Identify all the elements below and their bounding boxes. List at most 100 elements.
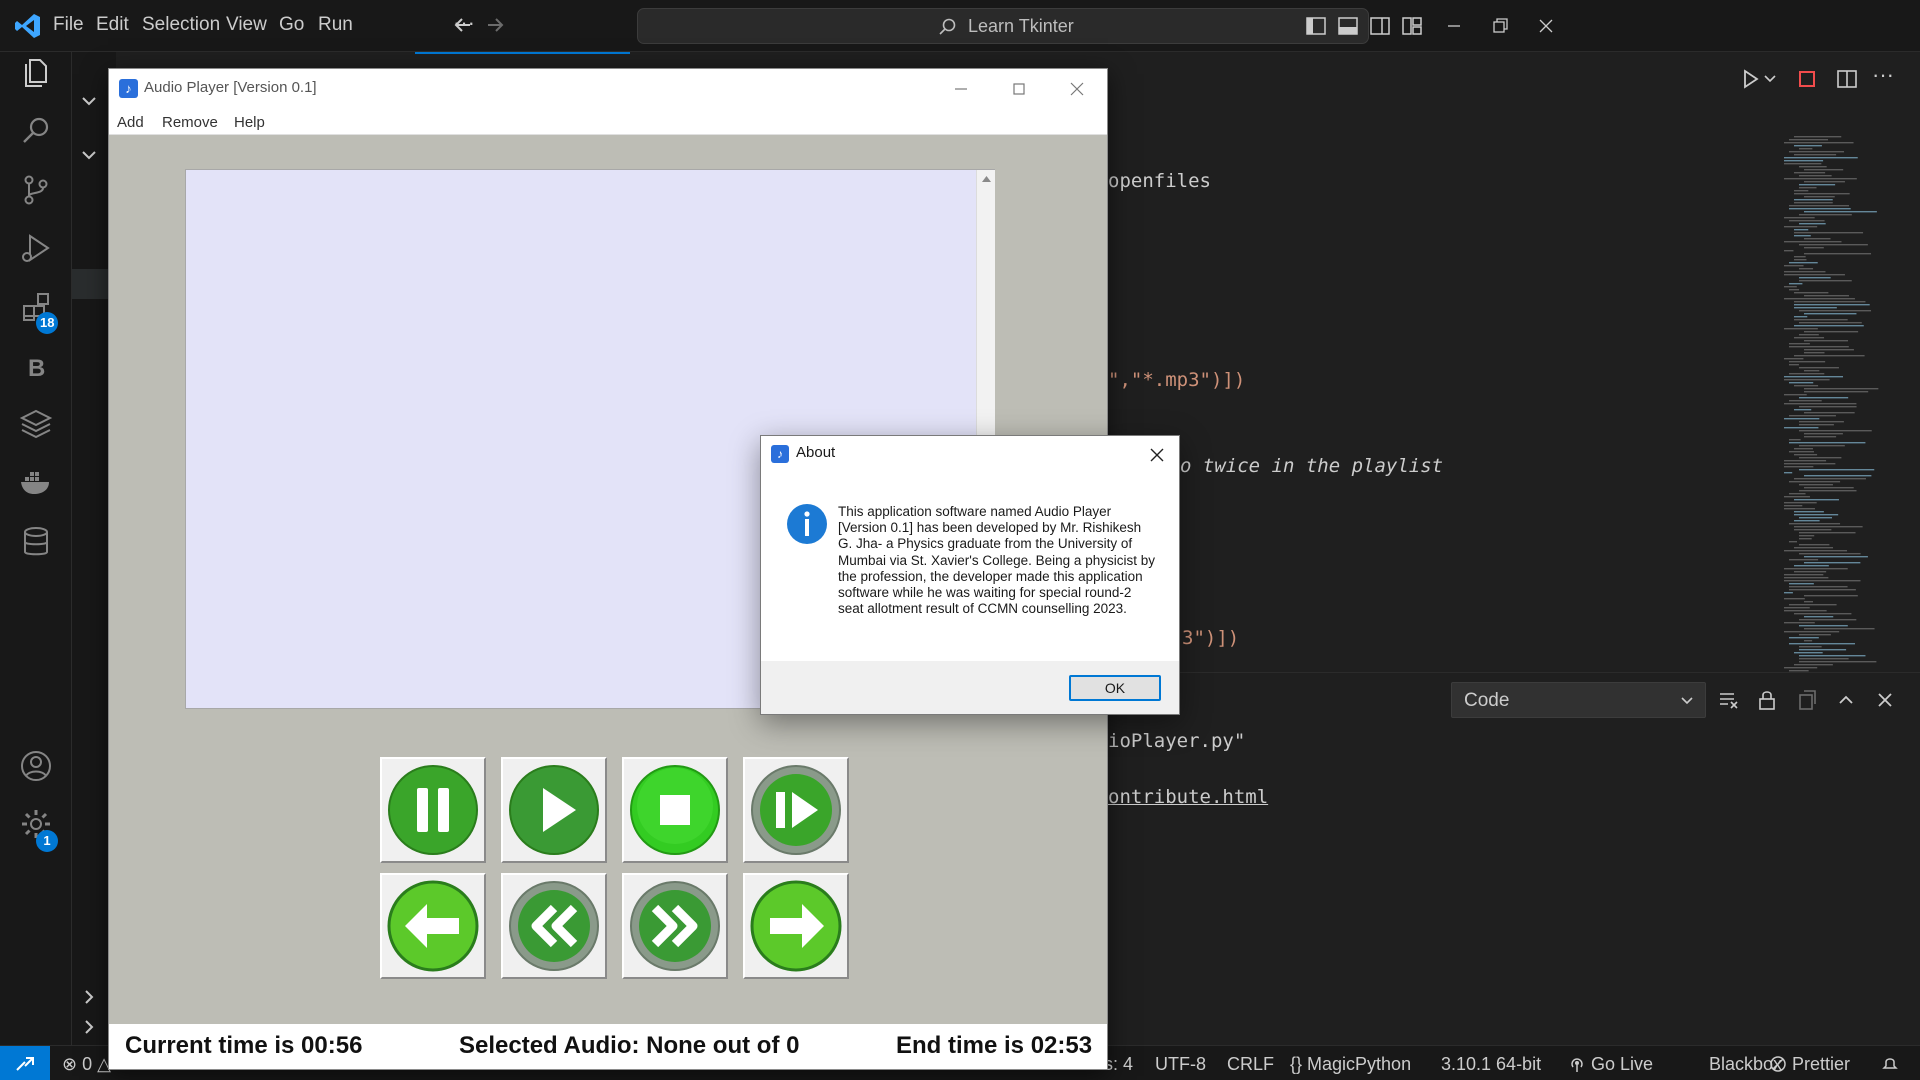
docker-icon[interactable] <box>16 462 56 502</box>
encoding-status[interactable]: UTF-8 <box>1155 1054 1206 1075</box>
chevron-down-icon[interactable] <box>80 92 98 110</box>
about-dialog-footer: OK <box>761 661 1179 714</box>
more-actions-icon[interactable]: ··· <box>1872 62 1894 88</box>
broadcast-icon <box>1571 1058 1583 1072</box>
ok-button[interactable]: OK <box>1069 675 1161 701</box>
toggle-panel-icon[interactable] <box>1336 14 1360 38</box>
language-mode-status[interactable]: {} MagicPython <box>1290 1054 1411 1075</box>
current-time-label: Current time is 00:56 <box>125 1032 363 1059</box>
explorer-icon[interactable] <box>16 52 56 92</box>
stop-icon <box>630 765 720 855</box>
chevron-down-icon <box>1681 697 1693 705</box>
toggle-primary-sidebar-icon[interactable] <box>1304 14 1328 38</box>
menu-go[interactable]: Go <box>279 14 304 36</box>
command-center-label: Learn Tkinter <box>968 16 1074 36</box>
minimap[interactable] <box>1784 136 1904 676</box>
search-icon <box>939 18 956 35</box>
scroll-up-arrow-icon[interactable] <box>981 174 992 185</box>
forward-arrow-icon[interactable] <box>482 12 508 38</box>
minimize-icon[interactable] <box>949 77 973 101</box>
toggle-secondary-sidebar-icon[interactable] <box>1368 14 1392 38</box>
source-control-icon[interactable] <box>16 170 56 210</box>
clear-output-icon[interactable] <box>1717 688 1741 712</box>
prettier-disabled-icon <box>1770 1056 1786 1072</box>
output-channel-select[interactable]: Code <box>1451 682 1706 718</box>
menu-selection[interactable]: Selection <box>142 14 220 36</box>
play-button[interactable] <box>501 757 607 863</box>
minimize-icon[interactable] <box>1440 12 1468 40</box>
play-icon <box>509 765 599 855</box>
audio-player-menubar: Add Remove Help <box>109 109 1107 135</box>
music-note-icon: ♪ <box>119 79 138 98</box>
pause-button[interactable] <box>380 757 486 863</box>
music-note-icon: ♪ <box>771 445 789 463</box>
indentation-status[interactable]: s: 4 <box>1104 1054 1133 1075</box>
vscode-logo-icon <box>15 14 40 38</box>
run-dropdown-chevron-icon[interactable] <box>1762 70 1778 86</box>
menu-view[interactable]: View <box>226 14 267 36</box>
run-debug-icon[interactable] <box>16 228 56 268</box>
menu-file[interactable]: File <box>53 14 84 36</box>
extensions-badge: 18 <box>36 312 59 334</box>
split-editor-icon[interactable] <box>1834 66 1860 92</box>
go-live-status[interactable]: Go Live <box>1591 1054 1653 1075</box>
menu-add[interactable]: Add <box>117 114 144 131</box>
maximize-panel-icon[interactable] <box>1834 688 1858 712</box>
command-center[interactable]: Learn Tkinter <box>637 8 1369 44</box>
stop-debug-icon[interactable] <box>1794 66 1820 92</box>
search-icon[interactable] <box>16 110 56 150</box>
eol-status[interactable]: CRLF <box>1227 1054 1274 1075</box>
chevron-right-icon[interactable] <box>80 1018 98 1036</box>
info-icon <box>787 504 827 544</box>
pause-icon <box>388 765 478 855</box>
problems-status[interactable]: ⊗ 0 △ <box>62 1054 111 1075</box>
menu-run[interactable]: Run <box>318 14 353 36</box>
open-output-editor-icon[interactable] <box>1795 688 1819 712</box>
fast-forward-button[interactable] <box>622 873 728 979</box>
rewind-button[interactable] <box>501 873 607 979</box>
accounts-icon[interactable] <box>16 746 56 786</box>
menu-remove[interactable]: Remove <box>162 114 218 131</box>
restore-icon[interactable] <box>1486 12 1514 40</box>
menu-help[interactable]: Help <box>234 114 265 131</box>
remote-indicator[interactable] <box>0 1046 50 1080</box>
lock-icon[interactable] <box>1755 688 1779 712</box>
close-icon[interactable] <box>1532 12 1560 40</box>
next-button[interactable] <box>743 873 849 979</box>
close-panel-icon[interactable] <box>1873 688 1897 712</box>
chevron-down-icon[interactable] <box>80 146 98 164</box>
output-channel-value: Code <box>1464 690 1510 711</box>
menu-edit[interactable]: Edit <box>96 14 129 36</box>
close-icon[interactable] <box>1065 77 1089 101</box>
chevron-right-icon[interactable] <box>80 988 98 1006</box>
run-python-icon[interactable] <box>1737 66 1763 92</box>
back-arrow-icon[interactable] <box>450 12 476 38</box>
code-line: openfiles <box>1108 170 1211 192</box>
customize-layout-icon[interactable] <box>1400 14 1424 38</box>
arrow-left-icon <box>387 880 479 972</box>
about-dialog: ♪ About This application software named … <box>760 435 1180 715</box>
notifications-icon[interactable] <box>1880 1054 1900 1074</box>
prettier-status[interactable]: Prettier <box>1792 1054 1850 1075</box>
about-message: This application software named Audio Pl… <box>838 504 1155 617</box>
manage-button[interactable]: 1 <box>0 804 72 856</box>
extensions-button[interactable]: 18 <box>0 288 72 338</box>
activity-bar: 18 B 1 <box>0 52 72 1045</box>
audio-player-titlebar[interactable]: ♪ Audio Player [Version 0.1] <box>109 69 1107 109</box>
audio-player-status-bar: Current time is 00:56 Selected Audio: No… <box>109 1024 1107 1069</box>
audio-player-title: Audio Player [Version 0.1] <box>144 79 317 96</box>
python-interpreter-status[interactable]: 3.10.1 64-bit <box>1441 1054 1541 1075</box>
database-icon[interactable] <box>16 522 56 562</box>
close-icon[interactable] <box>1146 444 1168 466</box>
remote-icon <box>16 1057 34 1071</box>
output-link[interactable]: ontribute.html <box>1108 786 1268 808</box>
arrow-right-icon <box>750 880 842 972</box>
resume-button[interactable] <box>743 757 849 863</box>
previous-button[interactable] <box>380 873 486 979</box>
stop-button[interactable] <box>622 757 728 863</box>
end-time-label: End time is 02:53 <box>896 1032 1093 1059</box>
output-line: ioPlayer.py" <box>1108 730 1246 752</box>
maximize-icon[interactable] <box>1007 77 1031 101</box>
blackbox-b-icon[interactable]: B <box>16 346 56 386</box>
layers-icon[interactable] <box>16 404 56 444</box>
